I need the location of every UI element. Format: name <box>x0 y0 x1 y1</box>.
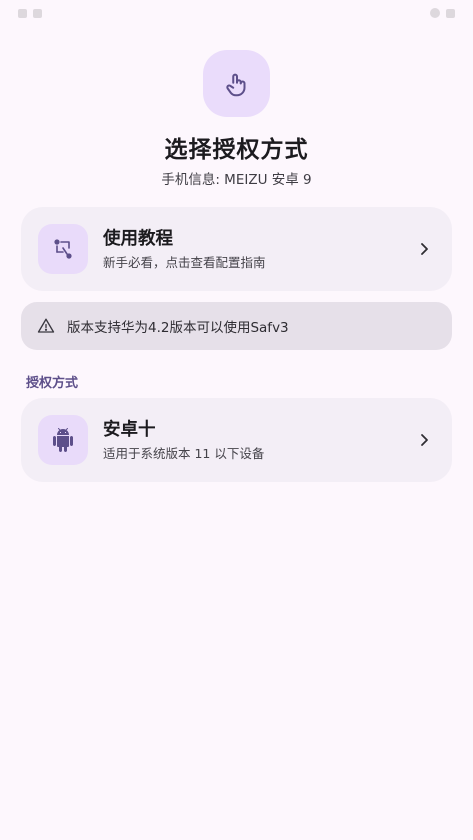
tutorial-card-subtitle: 新手必看，点击查看配置指南 <box>103 255 266 270</box>
android-card-title: 安卓十 <box>103 420 156 440</box>
chevron-right-icon <box>417 242 431 256</box>
wifi-icon <box>430 8 440 18</box>
battery-icon <box>446 8 455 18</box>
page-title: 选择授权方式 <box>164 137 309 163</box>
touch-gesture-icon <box>203 50 270 117</box>
section-label-auth-methods: 授权方式 <box>26 376 79 391</box>
chevron-right-icon <box>417 433 431 447</box>
warning-icon <box>37 318 55 333</box>
version-notice: 版本支持华为4.2版本可以使用Safv3 <box>21 302 452 350</box>
notice-text: 版本支持华为4.2版本可以使用Safv3 <box>67 320 289 336</box>
device-info: 手机信息: MEIZU 安卓 9 <box>161 172 312 188</box>
android-ten-card[interactable]: 安卓十 适用于系统版本 11 以下设备 <box>21 398 452 482</box>
notification-icon <box>33 8 42 18</box>
tutorial-card[interactable]: 使用教程 新手必看，点击查看配置指南 <box>21 207 452 291</box>
notification-icon <box>18 8 27 18</box>
authorization-method-screen: 选择授权方式 手机信息: MEIZU 安卓 9 使用教程 新手必看，点击查看配置… <box>0 0 473 840</box>
status-left <box>18 8 42 18</box>
tutorial-card-text: 使用教程 新手必看，点击查看配置指南 <box>103 227 417 271</box>
status-right <box>430 8 455 18</box>
android-card-text: 安卓十 适用于系统版本 11 以下设备 <box>103 418 417 462</box>
tutorial-card-title: 使用教程 <box>103 229 173 249</box>
android-icon <box>38 415 88 465</box>
android-card-subtitle: 适用于系统版本 11 以下设备 <box>103 446 265 461</box>
tutorial-graph-icon <box>38 224 88 274</box>
status-bar <box>0 0 473 26</box>
